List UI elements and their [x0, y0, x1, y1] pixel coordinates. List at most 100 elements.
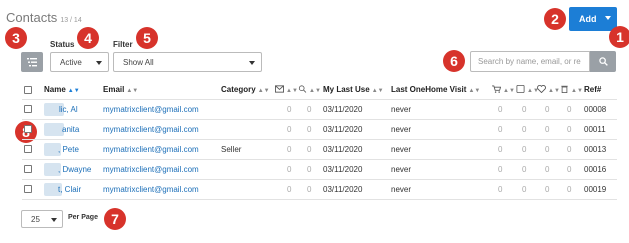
ref-number: 00011 [584, 125, 606, 134]
contact-name-link[interactable]: anita [62, 125, 79, 134]
contact-name-link[interactable]: lic, Al [59, 105, 78, 114]
divider [22, 199, 617, 200]
callout-6: 6 [443, 50, 465, 72]
favorites-count: 0 [545, 185, 550, 194]
column-last-use-label: My Last Use [323, 85, 370, 94]
search-input[interactable]: Search by name, email, or re [470, 51, 590, 72]
contact-name-link[interactable]: , Pete [58, 145, 79, 154]
emails-count: 0 [287, 105, 292, 114]
discards-count: 0 [567, 145, 572, 154]
callout-1: 1 [609, 26, 629, 48]
last-visit: never [391, 125, 412, 134]
contact-email-link[interactable]: mymatrixclient@gmail.com [103, 125, 199, 134]
envelope-icon [275, 85, 284, 93]
favorites-count: 0 [545, 145, 550, 154]
sort-icon: ▲▼ [126, 88, 139, 94]
contact-count: 13 / 14 [60, 17, 82, 24]
per-page-value: 25 [31, 214, 40, 224]
note-icon [516, 85, 525, 93]
contact-email-link[interactable]: mymatrixclient@gmail.com [103, 185, 199, 194]
notes-count: 0 [522, 185, 527, 194]
emails-count: 0 [287, 185, 292, 194]
column-header-name[interactable]: Name ▲▼ [44, 85, 80, 94]
column-header-searches[interactable]: ▲▼ [298, 85, 321, 94]
column-header-favorites[interactable]: ▲▼ [537, 85, 560, 94]
last-visit: never [391, 145, 412, 154]
column-header-category[interactable]: Category ▲▼ [221, 85, 270, 94]
search-placeholder: Search by name, email, or re [478, 57, 581, 66]
column-header-ref: Ref# [584, 85, 601, 94]
column-header-last-onehome-visit[interactable]: Last OneHome Visit ▲▼ [391, 85, 480, 94]
filter-list-icon [27, 57, 37, 66]
ref-number: 00019 [584, 185, 607, 194]
sort-icon: ▲▼ [257, 88, 270, 94]
column-header-discards[interactable]: ▲▼ [560, 85, 583, 94]
my-last-use: 03/11/2020 [323, 165, 363, 174]
contact-email-link[interactable]: mymatrixclient@gmail.com [103, 165, 199, 174]
column-last-visit-label: Last OneHome Visit [391, 85, 467, 94]
last-visit: never [391, 105, 412, 114]
my-last-use: 03/11/2020 [323, 185, 363, 194]
chevron-down-icon [96, 61, 102, 65]
searches-count: 0 [307, 145, 312, 154]
select-all-checkbox[interactable] [24, 86, 32, 94]
row-checkbox[interactable] [24, 185, 32, 193]
row-checkbox[interactable] [24, 145, 32, 153]
chevron-down-icon[interactable] [605, 16, 611, 20]
sort-icon: ▲▼ [571, 88, 583, 94]
column-category-label: Category [221, 85, 256, 94]
contact-name-link[interactable]: t, Clair [58, 185, 81, 194]
per-page-select[interactable]: 25 [21, 210, 63, 228]
filter-select[interactable]: Show All [113, 52, 262, 72]
page-title: Contacts 13 / 14 [6, 10, 82, 25]
last-visit: never [391, 165, 412, 174]
sort-icon: ▲▼ [371, 88, 384, 94]
cart-count: 0 [498, 165, 503, 174]
redacted-name [44, 123, 64, 136]
status-label: Status [50, 40, 75, 49]
cart-count: 0 [498, 145, 503, 154]
discards-count: 0 [567, 105, 572, 114]
column-email-label: Email [103, 85, 125, 94]
table-row: t, Clair mymatrixclient@gmail.com 0 0 03… [0, 180, 629, 199]
search-button[interactable] [590, 51, 616, 72]
row-checkbox[interactable] [24, 105, 32, 113]
contact-name-link[interactable]: , Dwayne [58, 165, 91, 174]
favorites-count: 0 [545, 165, 550, 174]
cart-count: 0 [498, 105, 503, 114]
my-last-use: 03/11/2020 [323, 105, 363, 114]
heart-icon [537, 85, 546, 93]
page-title-text: Contacts [6, 10, 58, 25]
status-select-value: Active [60, 57, 82, 67]
discards-count: 0 [567, 185, 572, 194]
row-checkbox[interactable] [24, 165, 32, 173]
searches-count: 0 [307, 105, 312, 114]
discards-count: 0 [567, 125, 572, 134]
search-icon [598, 57, 608, 66]
add-button[interactable]: Add [569, 7, 617, 31]
contact-email-link[interactable]: mymatrixclient@gmail.com [103, 105, 199, 114]
column-header-emails-sent[interactable]: ▲▼ [275, 85, 298, 94]
filter-toggle-button[interactable] [21, 52, 43, 72]
table-row: , Pete mymatrixclient@gmail.com Seller 0… [0, 140, 629, 159]
notes-count: 0 [522, 145, 527, 154]
column-header-notes[interactable]: ▲▼ [516, 85, 539, 94]
contact-category: Seller [221, 145, 242, 154]
table-row: anita mymatrixclient@gmail.com 0 0 03/11… [0, 120, 629, 139]
column-header-my-last-use[interactable]: My Last Use ▲▼ [323, 85, 384, 94]
contact-email-link[interactable]: mymatrixclient@gmail.com [103, 145, 199, 154]
discards-count: 0 [567, 165, 572, 174]
searches-count: 0 [307, 125, 312, 134]
notes-count: 0 [522, 125, 527, 134]
favorites-count: 0 [545, 125, 550, 134]
row-checkbox[interactable] [24, 125, 32, 133]
sort-icon: ▲▼ [468, 88, 481, 94]
notes-count: 0 [522, 105, 527, 114]
column-header-email[interactable]: Email ▲▼ [103, 85, 138, 94]
sort-icon: ▲▼ [309, 88, 321, 94]
status-select[interactable]: Active [50, 52, 109, 72]
column-name-label: Name [44, 85, 66, 94]
column-header-cart[interactable]: ▲▼ [492, 85, 515, 94]
cart-icon [492, 85, 501, 93]
my-last-use: 03/11/2020 [323, 125, 363, 134]
